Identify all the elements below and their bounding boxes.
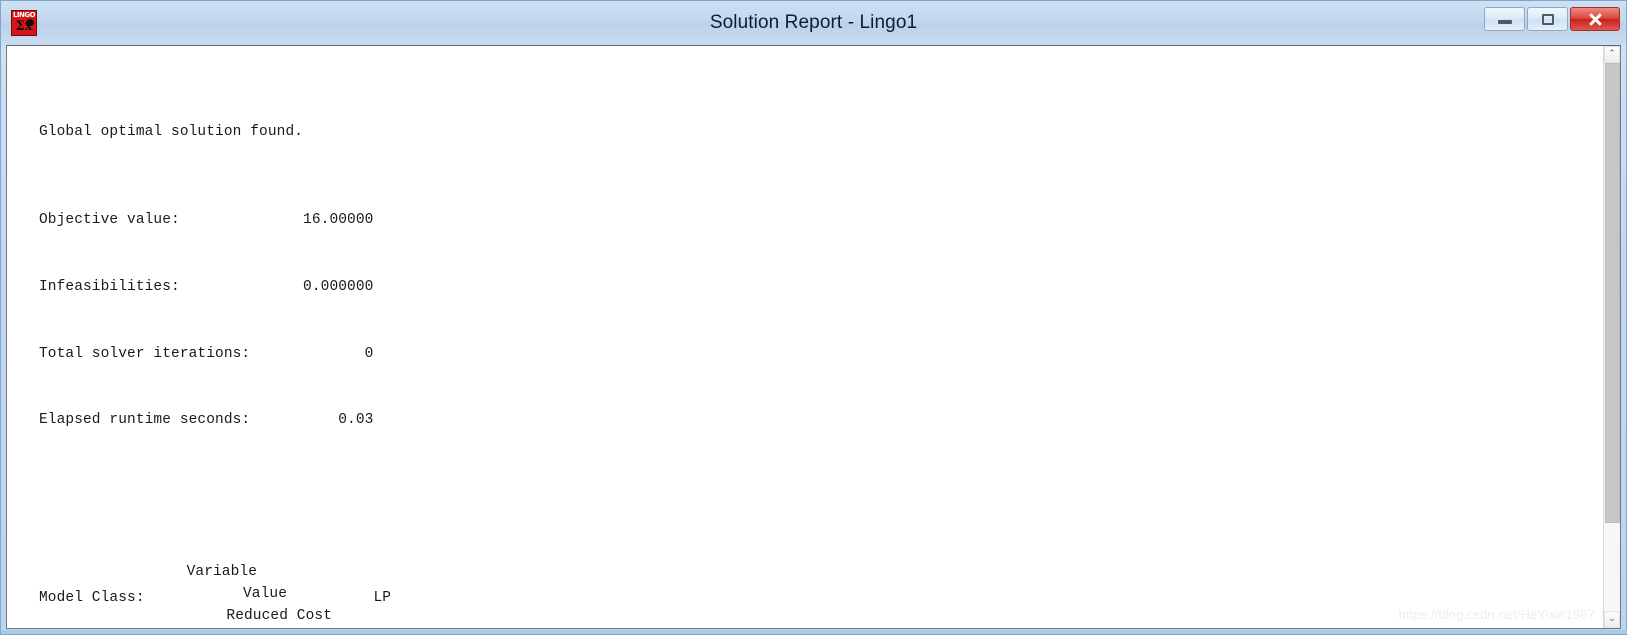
watermark: https://blog.csdn.net/HeYixin1987 — [1398, 606, 1595, 622]
solution-report-window: LINGO Σx Solution Report - Lingo1 Global… — [0, 0, 1627, 635]
minimize-icon — [1497, 19, 1512, 24]
close-button[interactable] — [1570, 7, 1620, 31]
column-header-reduced-cost: Reduced Cost — [226, 608, 333, 625]
maximize-button[interactable] — [1527, 7, 1568, 31]
window-controls — [1484, 7, 1620, 31]
variable-values-table: Variable Value Reduced Cost B( 1) 6.0000… — [39, 494, 739, 628]
vertical-scrollbar[interactable]: ⌃ ⌄ — [1603, 46, 1620, 628]
window-bottom-edge — [1, 630, 1627, 634]
scrollbar-track[interactable] — [1604, 63, 1620, 611]
table-header-row: Variable Value Reduced Cost — [39, 538, 739, 624]
lingo-icon: LINGO Σx — [11, 10, 37, 36]
summary-row-iterations: Total solver iterations: 0 — [39, 345, 374, 362]
scroll-down-button[interactable]: ⌄ — [1604, 611, 1620, 628]
summary-row-runtime: Elapsed runtime seconds: 0.03 — [39, 412, 374, 429]
lingo-icon-accent — [26, 19, 34, 26]
column-header-variable: Variable — [186, 563, 258, 580]
scroll-up-button[interactable]: ⌃ — [1604, 46, 1620, 63]
summary-row-infeasibilities: Infeasibilities: 0.000000 — [39, 279, 374, 295]
solution-report-text[interactable]: Global optimal solution found. Objective… — [7, 46, 1603, 628]
maximize-icon — [1541, 13, 1554, 25]
window-title: Solution Report - Lingo1 — [709, 12, 918, 33]
scrollbar-thumb[interactable] — [1605, 63, 1620, 524]
summary-row-objective: Objective value: 16.00000 — [39, 212, 374, 229]
close-icon — [1588, 12, 1603, 27]
chevron-down-icon: ⌄ — [1608, 614, 1616, 624]
window-titlebar[interactable]: LINGO Σx Solution Report - Lingo1 — [1, 1, 1626, 45]
document-client-area: Global optimal solution found. Objective… — [6, 45, 1621, 629]
column-header-value: Value — [243, 585, 288, 602]
minimize-button[interactable] — [1484, 7, 1525, 31]
chevron-up-icon: ⌃ — [1608, 49, 1616, 59]
table-row: B( 1) 6.000000 0.000000 — [39, 627, 739, 628]
status-line: Global optimal solution found. — [39, 123, 304, 140]
